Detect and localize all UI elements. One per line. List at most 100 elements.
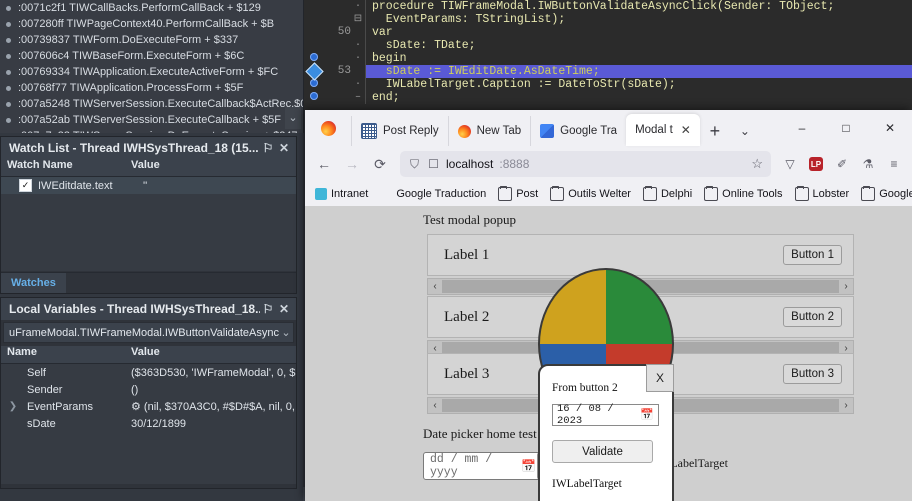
close-window-button[interactable]: ✕ — [868, 110, 912, 146]
fold-marker[interactable]: · — [351, 39, 365, 52]
scroll-left-icon[interactable]: ‹ — [428, 400, 442, 411]
lastpass-icon[interactable]: LP — [804, 151, 828, 177]
call-stack-panel[interactable]: :0071c2f1 TIWCallBacks.PerformCallBack +… — [0, 0, 304, 133]
tab-close-icon[interactable]: ✕ — [681, 123, 691, 137]
maximize-button[interactable]: □ — [824, 110, 868, 146]
modal-close-button[interactable]: X — [646, 364, 674, 392]
expand-toggle[interactable]: ❯ — [7, 401, 19, 412]
call-stack-row[interactable]: :00769334 TIWApplication.ExecuteActiveFo… — [0, 64, 303, 80]
local-variable-row[interactable]: Sender () — [1, 381, 296, 398]
calendar-icon[interactable]: 📅 — [640, 408, 654, 422]
code-line[interactable]: 53 sDate := IWEditDate.AsDateTime; — [303, 62, 912, 81]
app-menu-button[interactable]: ≡ — [882, 151, 906, 177]
calendar-icon[interactable]: 📅 — [521, 459, 536, 474]
extensions-icon[interactable]: ⚗ — [856, 151, 880, 177]
bookmark-item[interactable]: Delphi — [638, 185, 697, 203]
fold-marker[interactable]: ⊟ — [351, 13, 365, 26]
code-line[interactable]: · begin — [303, 52, 912, 65]
watch-list-rows[interactable]: ✓ IWEditdate.text '' — [1, 177, 296, 271]
bookmark-item[interactable]: Online Tools — [699, 185, 787, 203]
call-stack-row[interactable]: :007a5248 TIWServerSession.ExecuteCallba… — [0, 96, 303, 112]
call-stack-row[interactable]: :00739837 TIWForm.DoExecuteForm + $337 — [0, 32, 303, 48]
code-editor[interactable]: · procedure TIWFrameModal.IWButtonValidat… — [303, 0, 912, 110]
scroll-left-icon[interactable]: ‹ — [428, 281, 442, 292]
browser-tab-2[interactable]: New Tab — [447, 116, 531, 146]
bookmark-item[interactable]: Google Traduction — [375, 186, 491, 202]
fold-marker[interactable]: · — [351, 0, 365, 13]
local-variable-row[interactable]: ❯ EventParams ⚙ (nil, $370A3C0, #$D#$A, ni… — [1, 398, 296, 415]
fold-marker[interactable] — [351, 26, 365, 39]
pocket-icon[interactable]: ▽ — [778, 151, 802, 177]
bookmark-item[interactable]: Outils Welter — [545, 185, 636, 203]
tab-watches[interactable]: Watches — [1, 273, 66, 293]
firefox-favicon — [457, 124, 471, 138]
browser-tab-1[interactable]: Post Reply — [351, 116, 448, 146]
list-all-tabs-button[interactable]: ⌄ — [730, 116, 760, 146]
fold-marker[interactable]: · — [351, 78, 365, 91]
eyedropper-icon[interactable]: ✐ — [830, 151, 854, 177]
home-date-input[interactable]: dd / mm / yyyy 📅 — [423, 452, 543, 480]
modal-validate-button[interactable]: Validate — [552, 440, 653, 463]
reload-button[interactable]: ⟳ — [367, 151, 393, 177]
pin-icon[interactable]: ⚐ — [260, 141, 276, 155]
code-line[interactable]: · sDate: TDate; — [303, 39, 912, 52]
call-stack-row[interactable]: :00768f77 TIWApplication.ProcessForm + $… — [0, 80, 303, 96]
new-tab-button[interactable]: + — [700, 116, 730, 146]
local-variable-row[interactable]: sDate 30/12/1899 — [1, 415, 296, 432]
gutter-marker[interactable] — [303, 26, 325, 39]
scroll-right-icon[interactable]: › — [839, 281, 853, 292]
minimize-button[interactable]: ‒ — [780, 110, 824, 146]
chevron-down-icon[interactable]: ⌄ — [279, 326, 293, 339]
shield-icon[interactable]: ⛉ — [408, 157, 421, 171]
row-3-button[interactable]: Button 3 — [783, 364, 842, 384]
watch-enabled-checkbox[interactable]: ✓ — [19, 179, 32, 192]
bookmark-item[interactable]: Intranet — [310, 186, 373, 202]
local-variable-row[interactable]: Self ($363D530, 'IWFrameModal', 0, $37328… — [1, 364, 296, 381]
gutter-marker[interactable] — [303, 13, 325, 26]
scroll-left-icon[interactable]: ‹ — [428, 343, 442, 354]
bookmark-item[interactable]: Post — [493, 185, 543, 203]
fold-marker[interactable] — [351, 65, 365, 78]
page-info-icon[interactable]: ☐ — [427, 157, 440, 171]
row-2-button[interactable]: Button 2 — [783, 307, 842, 327]
call-stack-row[interactable]: :0071c2f1 TIWCallBacks.PerformCallBack +… — [0, 0, 303, 16]
gutter-marker[interactable] — [303, 39, 325, 52]
variable-name: Sender — [27, 383, 63, 396]
bookmark-star-icon[interactable]: ☆ — [751, 156, 763, 172]
browser-tab-3[interactable]: Google Tra — [530, 116, 626, 146]
call-stack-row[interactable]: :007a52ab TIWServerSession.ExecuteCallba… — [0, 112, 303, 128]
fold-marker[interactable]: · — [351, 52, 365, 65]
gutter-marker[interactable] — [303, 91, 325, 104]
pin-icon[interactable]: ⚐ — [260, 302, 276, 316]
call-stack-row[interactable]: :007606c4 TIWBaseForm.ExecuteForm + $6C — [0, 48, 303, 64]
browser-tab-4[interactable]: Modal t ✕ — [538, 114, 700, 420]
modal-date-input[interactable]: 16 / 08 / 2023 📅 — [552, 403, 659, 427]
call-stack-scroll-down[interactable]: ⌄ — [285, 107, 301, 129]
code-line[interactable]: 50 var — [303, 26, 912, 39]
scroll-right-icon[interactable]: › — [839, 343, 853, 354]
bookmark-item[interactable]: GoogleCloud — [856, 185, 912, 203]
code-line[interactable]: – end; — [303, 91, 912, 104]
back-button[interactable]: ← — [311, 151, 337, 177]
code-line[interactable]: · IWLabelTarget.Caption := DateToStr(sDa… — [303, 78, 912, 91]
gutter-marker[interactable] — [303, 0, 325, 13]
fold-marker[interactable]: – — [351, 91, 365, 104]
call-stack-row[interactable]: :007a7a33 TIWServerSession.DoExecuteSess… — [0, 128, 303, 133]
code-line[interactable]: ⊟ EventParams: TStringList); — [303, 13, 912, 26]
close-icon[interactable]: ✕ — [276, 141, 292, 155]
stack-frame-select[interactable]: uFrameModal.TIWFrameModal.IWButtonValida… — [3, 322, 294, 343]
scroll-right-icon[interactable]: › — [839, 400, 853, 411]
gutter-marker[interactable] — [303, 62, 325, 81]
forward-button[interactable]: → — [339, 151, 365, 177]
code-line[interactable]: · procedure TIWFrameModal.IWButtonValidat… — [303, 0, 912, 13]
breakpoint-icon[interactable] — [310, 53, 318, 61]
call-stack-row[interactable]: :007280ff TIWPageContext40.PerformCallBa… — [0, 16, 303, 32]
row-1-button[interactable]: Button 1 — [783, 245, 842, 265]
close-icon[interactable]: ✕ — [276, 302, 292, 316]
bookmark-item[interactable]: Lobster — [790, 185, 855, 203]
watch-row[interactable]: ✓ IWEditdate.text '' — [1, 177, 296, 194]
tab-label: Modal t — [635, 124, 673, 136]
local-variables-rows[interactable]: Self ($363D530, 'IWFrameModal', 0, $37328… — [1, 364, 296, 484]
breakpoint-icon[interactable] — [310, 92, 318, 100]
address-bar[interactable]: ⛉ ☐ localhost:8888 ☆ — [400, 151, 771, 177]
